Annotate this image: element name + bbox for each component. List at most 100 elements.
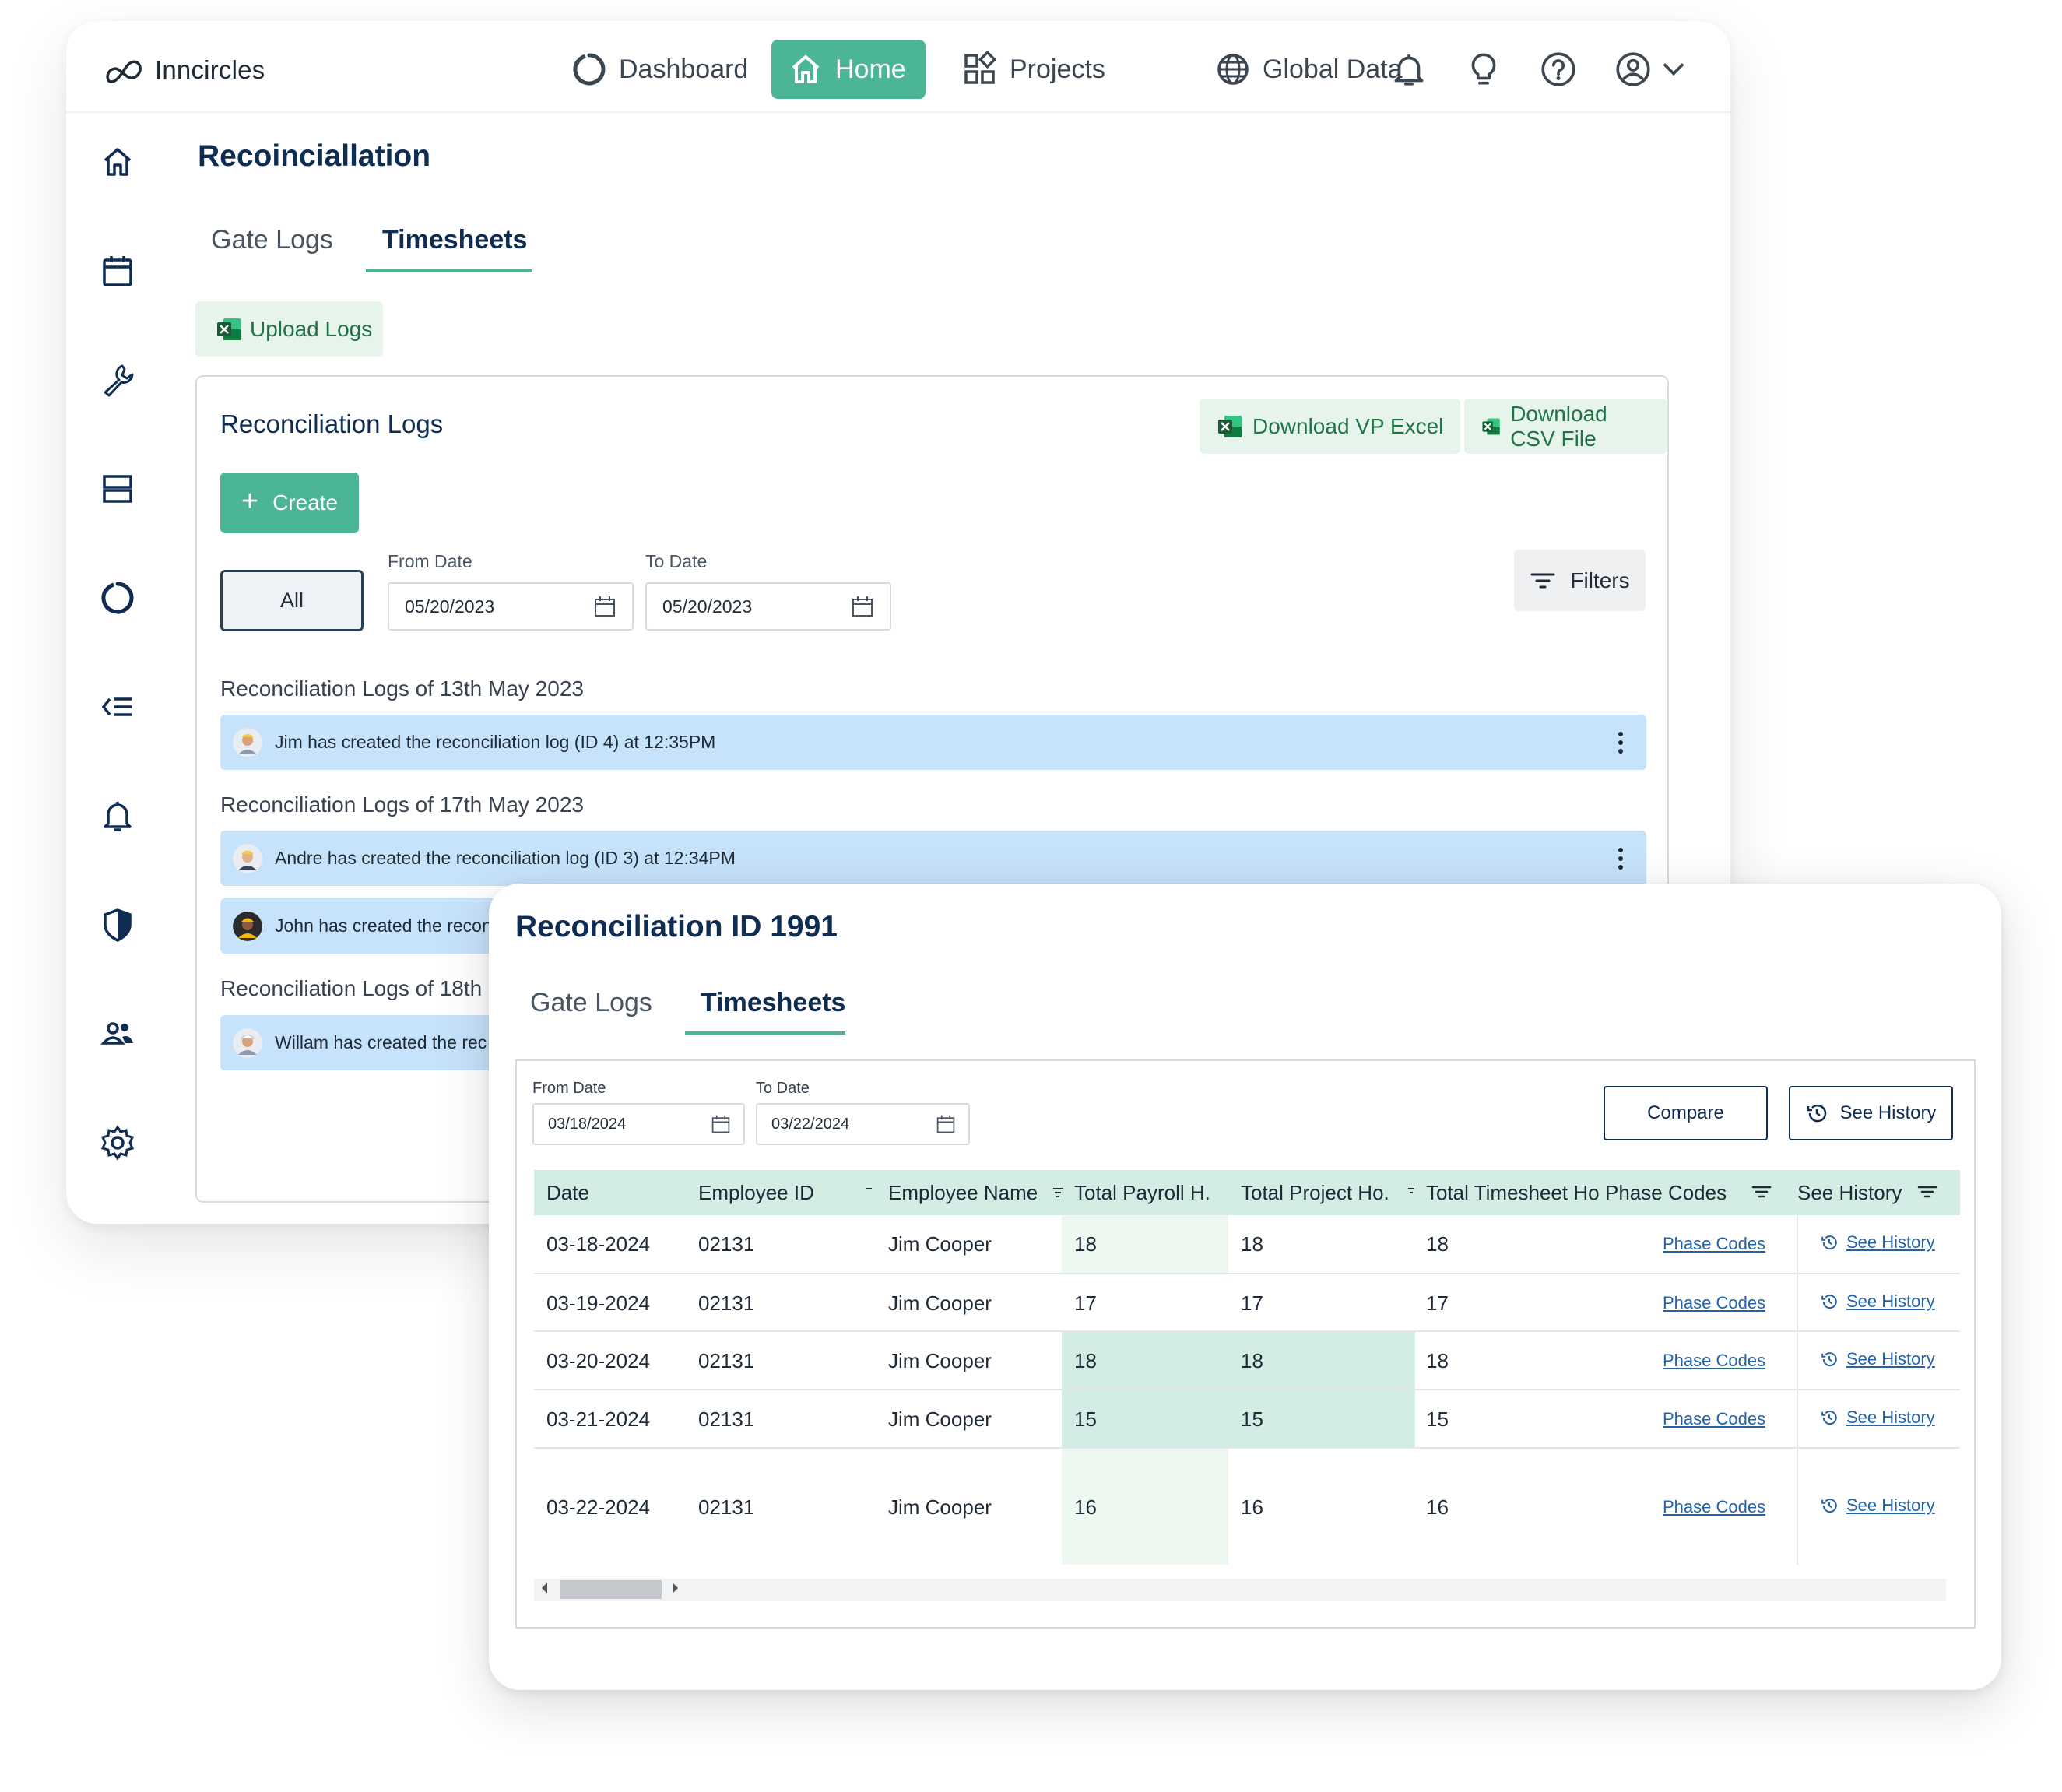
to-date-input[interactable]: 03/22/2024 — [756, 1103, 970, 1145]
donut-chart-icon — [101, 582, 134, 614]
table-row[interactable]: 03-22-2024 02131 Jim Cooper 16 16 16 Pha… — [534, 1449, 1960, 1565]
phase-codes-link[interactable]: Phase Codes — [1663, 1234, 1765, 1254]
column-header-total-timesheet-hours[interactable]: Total Timesheet Ho — [1426, 1170, 1605, 1215]
log-item[interactable]: Andre has created the reconciliation log… — [220, 831, 1646, 886]
cell-employee-name: Jim Cooper — [888, 1495, 992, 1519]
see-history-link[interactable]: See History — [1820, 1291, 1935, 1312]
scroll-left-arrow-icon[interactable] — [542, 1583, 547, 1593]
excel-icon — [1482, 418, 1500, 434]
tab-gate-logs[interactable]: Gate Logs — [211, 225, 333, 255]
tab-gate-logs[interactable]: Gate Logs — [530, 988, 652, 1018]
logo-text: Inncircles — [155, 55, 265, 84]
filter-icon[interactable] — [1751, 1182, 1772, 1201]
phase-codes-link[interactable]: Phase Codes — [1663, 1293, 1765, 1313]
column-header-date[interactable]: Date — [546, 1170, 671, 1215]
ideas-button[interactable] — [1462, 47, 1505, 91]
scroll-right-arrow-icon[interactable] — [673, 1583, 678, 1593]
sort-icon[interactable] — [864, 1182, 873, 1201]
log-item[interactable]: Jim has created the reconciliation log (… — [220, 715, 1646, 770]
user-account-button[interactable] — [1611, 47, 1655, 91]
more-options-icon[interactable] — [1618, 848, 1625, 870]
nav-global-data-label: Global Data — [1263, 54, 1403, 84]
see-history-link[interactable]: See History — [1820, 1495, 1935, 1516]
all-filter-button[interactable]: All — [220, 570, 364, 631]
account-menu-toggle[interactable] — [1656, 47, 1691, 91]
globe-icon — [1217, 54, 1249, 85]
log-text: Jim has created the reconciliation log (… — [275, 732, 716, 752]
excel-icon — [217, 318, 241, 340]
table-row[interactable]: 03-19-2024 02131 Jim Cooper 17 17 17 Pha… — [534, 1274, 1960, 1332]
table-row[interactable]: 03-21-2024 02131 Jim Cooper 15 15 15 Pha… — [534, 1390, 1960, 1449]
cell-date: 03-21-2024 — [546, 1407, 650, 1431]
help-icon — [1541, 52, 1575, 86]
see-history-link[interactable]: See History — [1820, 1349, 1935, 1369]
sidebar-item-notifications[interactable] — [96, 794, 139, 838]
upload-logs-button[interactable]: Upload Logs — [195, 301, 383, 357]
sidebar-item-calendar[interactable] — [96, 249, 139, 293]
column-header-employee-id[interactable]: Employee ID — [698, 1170, 854, 1215]
more-options-icon[interactable] — [1618, 732, 1625, 754]
cell-employee-id: 02131 — [698, 1349, 755, 1372]
cell-timesheet-hours: 15 — [1426, 1407, 1449, 1431]
tab-timesheets[interactable]: Timesheets — [382, 225, 527, 255]
wrench-icon — [104, 364, 134, 397]
history-icon — [1821, 1411, 1837, 1425]
tab-timesheets[interactable]: Timesheets — [701, 988, 845, 1018]
create-button[interactable]: + Create — [220, 473, 359, 533]
phase-codes-link[interactable]: Phase Codes — [1663, 1351, 1765, 1371]
server-icon — [103, 475, 132, 503]
nav-home[interactable]: Home — [771, 40, 926, 99]
download-csv-button[interactable]: Download CSV File — [1464, 399, 1667, 454]
scrollbar-thumb[interactable] — [560, 1580, 662, 1599]
active-tab-indicator — [366, 269, 532, 272]
lightbulb-icon — [1471, 53, 1496, 85]
see-history-link-label: See History — [1846, 1495, 1935, 1515]
horizontal-scrollbar[interactable] — [534, 1579, 1946, 1601]
notifications-button[interactable] — [1387, 47, 1431, 91]
sidebar-item-lists[interactable] — [96, 685, 139, 729]
from-date-input[interactable]: 03/18/2024 — [532, 1103, 745, 1145]
phase-codes-link[interactable]: Phase Codes — [1663, 1497, 1765, 1517]
see-history-link[interactable]: See History — [1820, 1232, 1935, 1253]
cell-timesheet-hours: 17 — [1426, 1291, 1449, 1315]
column-header-total-project-hours[interactable]: Total Project Ho. — [1241, 1170, 1396, 1215]
filter-icon[interactable] — [1052, 1182, 1064, 1201]
app-logo[interactable]: Inncircles — [104, 51, 265, 90]
sidebar-item-home[interactable] — [96, 140, 139, 184]
avatar — [233, 843, 262, 873]
sidebar-item-users[interactable] — [96, 1012, 139, 1056]
cell-payroll-hours: 17 — [1074, 1291, 1097, 1315]
column-header-total-payroll-hours[interactable]: Total Payroll H. — [1074, 1170, 1222, 1215]
help-button[interactable] — [1537, 47, 1580, 91]
column-header-employee-name[interactable]: Employee Name — [888, 1170, 1044, 1215]
nav-global-data[interactable]: Global Data — [1199, 40, 1418, 99]
see-history-link[interactable]: See History — [1820, 1407, 1935, 1428]
history-icon — [1821, 1352, 1837, 1367]
download-vp-label: Download VP Excel — [1252, 413, 1444, 438]
top-navbar: Inncircles Dashboard Home Projects Globa… — [66, 21, 1730, 113]
from-date-input[interactable]: 05/20/2023 — [388, 582, 634, 631]
nav-dashboard[interactable]: Dashboard — [555, 40, 764, 99]
shield-icon — [104, 908, 132, 942]
sort-icon[interactable] — [1407, 1182, 1416, 1201]
history-icon — [1821, 1499, 1837, 1513]
column-header-see-history[interactable]: See History — [1797, 1170, 1922, 1215]
sidebar-item-settings[interactable] — [96, 1121, 139, 1165]
compare-button[interactable]: Compare — [1604, 1086, 1768, 1140]
column-header-phase-codes[interactable]: Phase Codes — [1605, 1170, 1730, 1215]
table-row[interactable]: 03-18-2024 02131 Jim Cooper 18 18 18 Pha… — [534, 1215, 1960, 1274]
sidebar-item-storage[interactable] — [96, 467, 139, 511]
nav-projects[interactable]: Projects — [946, 40, 1121, 99]
see-history-button[interactable]: See History — [1789, 1086, 1953, 1140]
to-date-label: To Date — [645, 551, 708, 571]
sidebar-item-security[interactable] — [96, 903, 139, 947]
phase-codes-link[interactable]: Phase Codes — [1663, 1409, 1765, 1429]
filters-button[interactable]: Filters — [1514, 550, 1646, 611]
table-row[interactable]: 03-20-2024 02131 Jim Cooper 18 18 18 Pha… — [534, 1332, 1960, 1390]
download-vp-excel-button[interactable]: Download VP Excel — [1200, 399, 1461, 454]
sidebar-item-analytics[interactable] — [96, 576, 139, 620]
cell-timesheet-hours: 18 — [1426, 1349, 1449, 1372]
sidebar-item-tools[interactable] — [96, 358, 139, 402]
filter-icon[interactable] — [1917, 1182, 1937, 1201]
to-date-input[interactable]: 05/20/2023 — [645, 582, 891, 631]
